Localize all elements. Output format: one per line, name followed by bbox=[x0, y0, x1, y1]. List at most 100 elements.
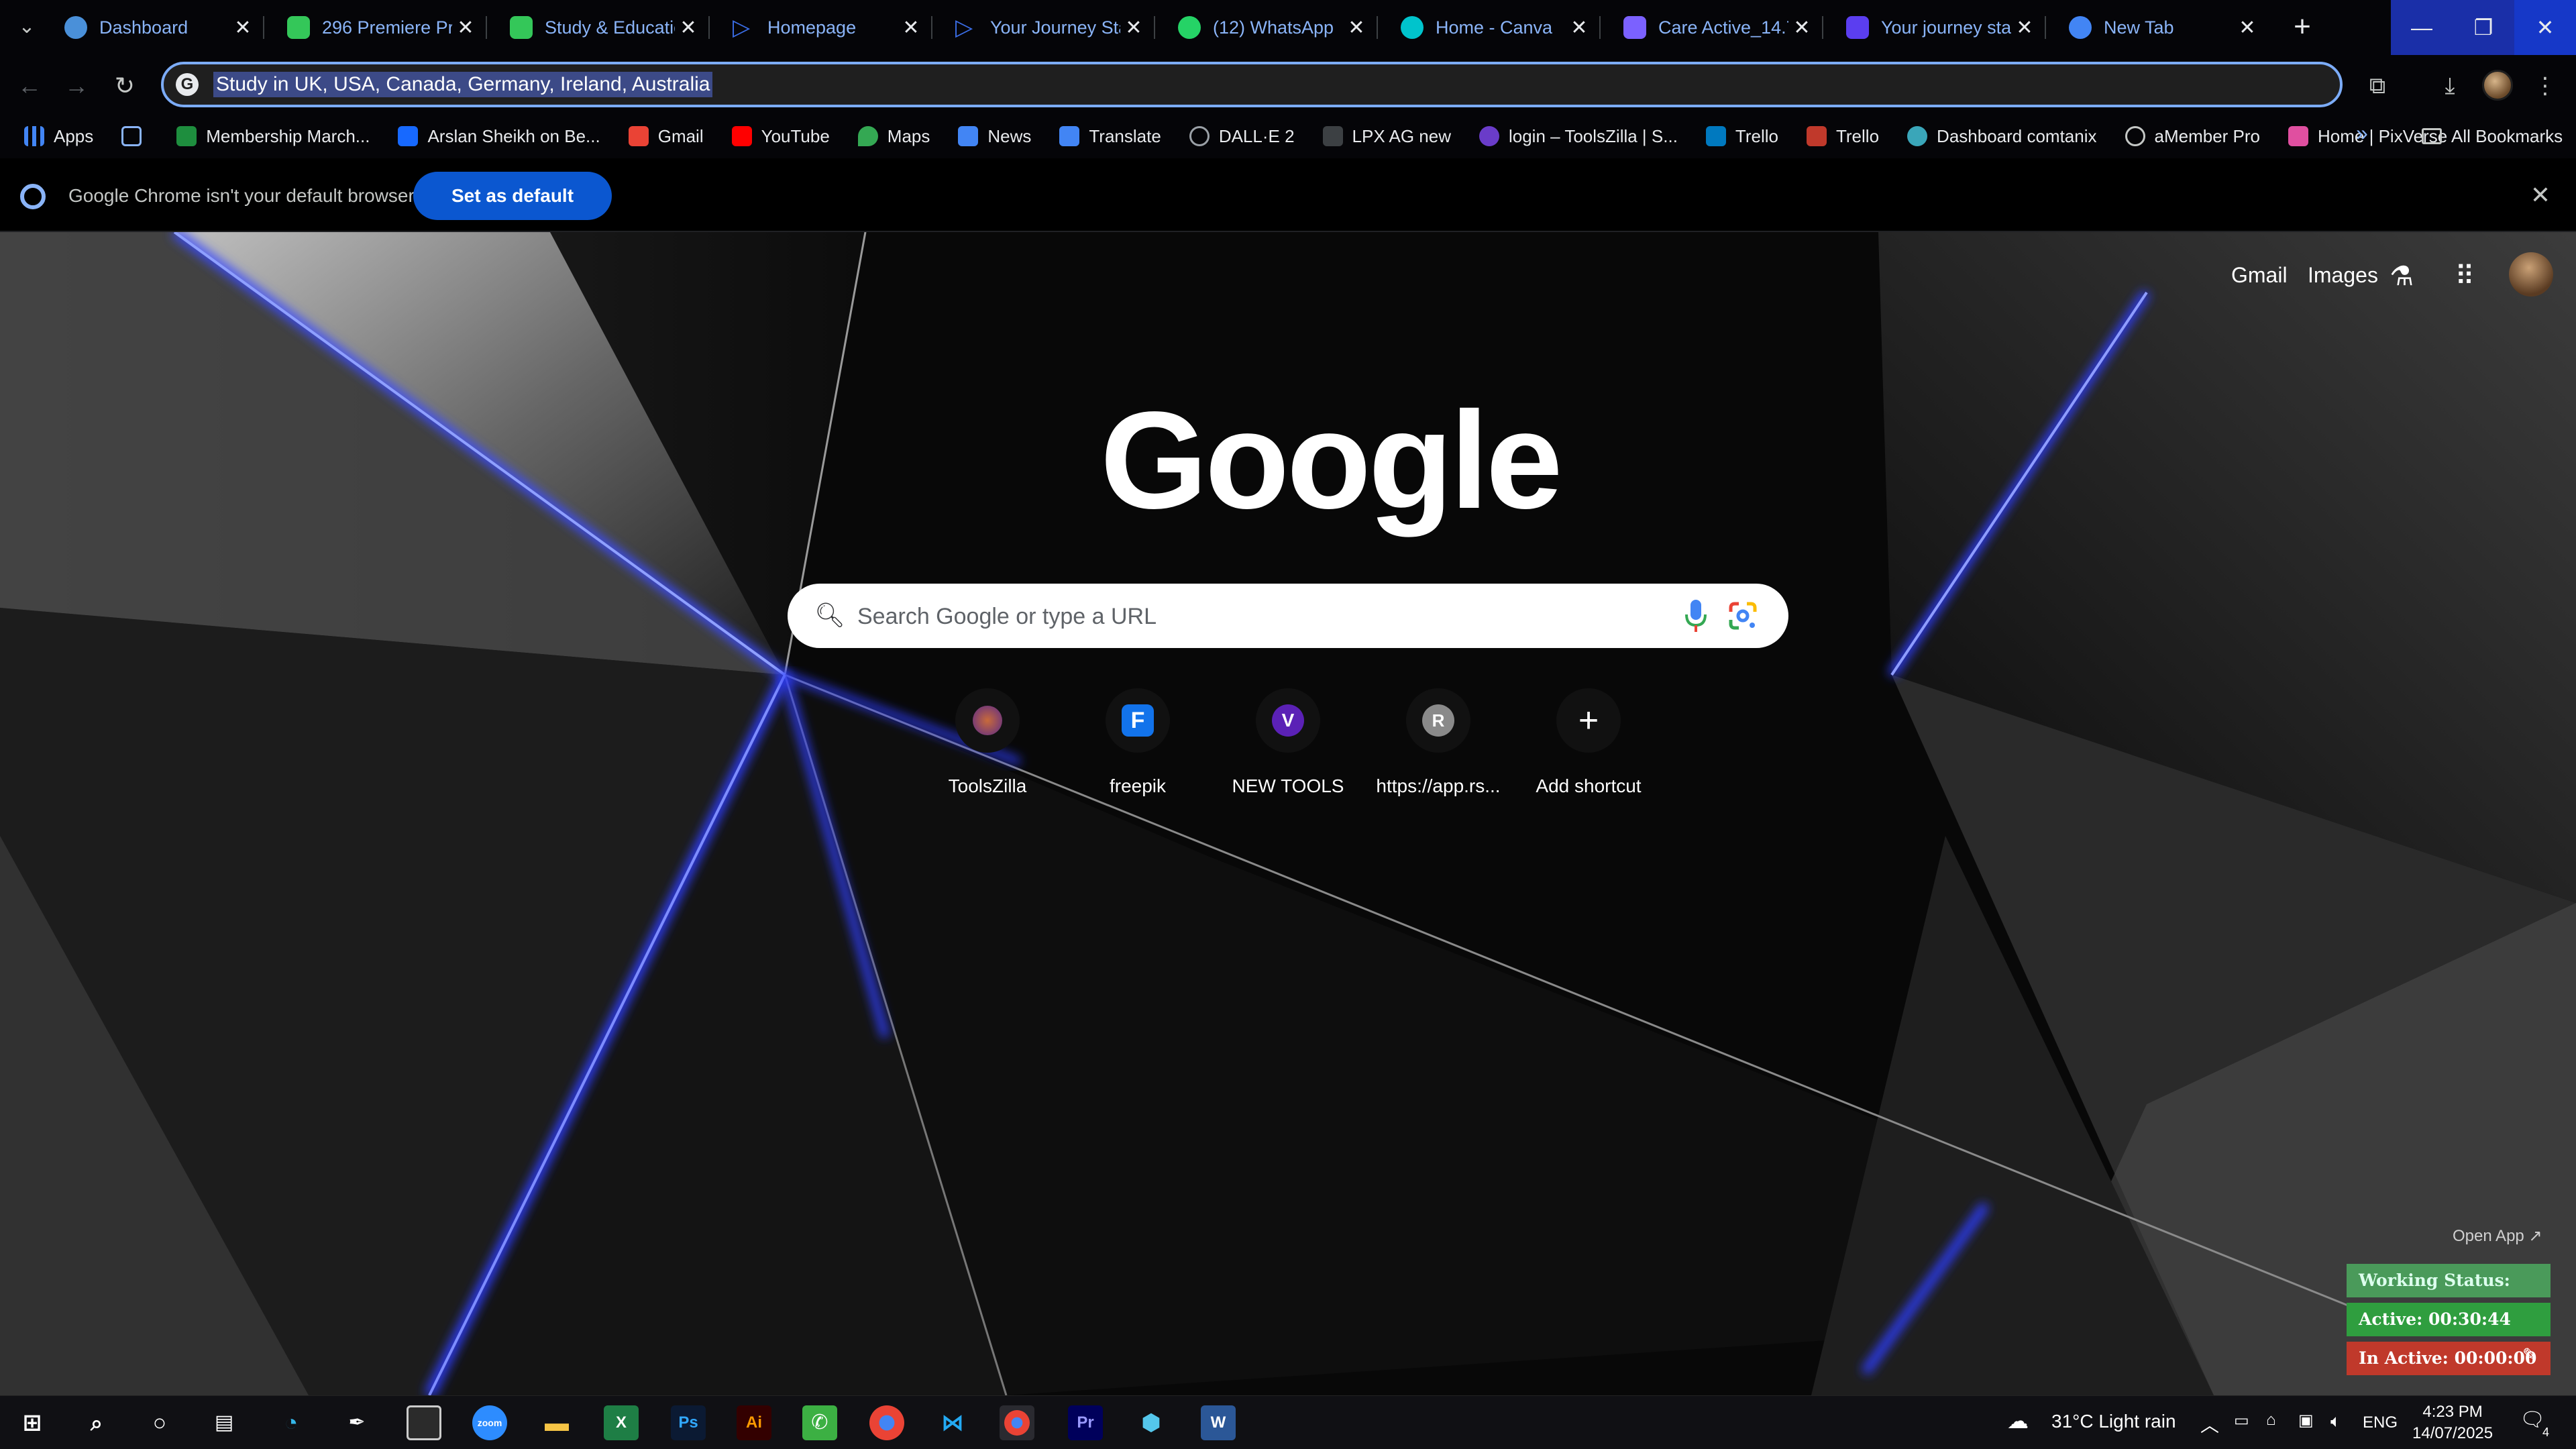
file-explorer-icon[interactable]: ▬ bbox=[539, 1405, 574, 1440]
tab-close-icon[interactable]: ✕ bbox=[229, 16, 256, 40]
task-view-icon[interactable]: ▤ bbox=[207, 1405, 241, 1440]
tab-dashboard[interactable]: Dashboard ✕ bbox=[44, 5, 264, 50]
download-icon[interactable]: ⤓ bbox=[2431, 67, 2469, 105]
weather-text[interactable]: 31°C Light rain bbox=[2051, 1411, 2176, 1432]
bookmark-membership[interactable]: Membership March... bbox=[176, 126, 370, 147]
bookmark-dashboard-comtanix[interactable]: Dashboard comtanix bbox=[1907, 126, 2097, 147]
terminal-icon[interactable] bbox=[407, 1405, 441, 1440]
bookmark-dalle[interactable]: DALL·E 2 bbox=[1189, 126, 1295, 147]
shortcut-freepik[interactable]: F freepik bbox=[1063, 688, 1213, 797]
google-apps-grid-icon[interactable]: ⠿ bbox=[2445, 256, 2485, 297]
bookmark-trello-1[interactable]: Trello bbox=[1705, 126, 1778, 147]
minimize-icon[interactable]: — bbox=[2391, 0, 2453, 55]
search-input[interactable]: Search Google or type a URL bbox=[857, 604, 1157, 630]
tab-close-icon[interactable]: ✕ bbox=[1566, 16, 1593, 40]
word-icon[interactable]: W bbox=[1201, 1405, 1236, 1440]
forward-arrow-icon[interactable]: → bbox=[58, 67, 95, 105]
bookmark-behance[interactable]: Arslan Sheikh on Be... bbox=[398, 126, 600, 147]
clock[interactable]: 4:23 PM 14/07/2025 bbox=[2412, 1401, 2493, 1444]
edit-pencil-icon[interactable]: ✎ bbox=[2522, 1344, 2537, 1365]
tab-whatsapp[interactable]: (12) WhatsApp ✕ bbox=[1158, 5, 1378, 50]
tab-groups-grid-icon[interactable] bbox=[121, 126, 151, 146]
all-bookmarks-button[interactable]: All Bookmarks bbox=[2422, 114, 2563, 158]
search-box[interactable]: 🔍︎ Search Google or type a URL bbox=[788, 584, 1788, 648]
volume-icon[interactable]: 🔈︎ bbox=[2330, 1411, 2341, 1432]
menu-kebab-icon[interactable]: ⋮ bbox=[2526, 67, 2564, 105]
premiere-pro-icon[interactable]: Pr bbox=[1068, 1405, 1103, 1440]
bookmark-apps[interactable]: Apps bbox=[24, 126, 93, 147]
voice-search-mic-icon[interactable] bbox=[1682, 598, 1709, 633]
images-link[interactable]: Images bbox=[2308, 263, 2378, 288]
search-icon[interactable]: ⌕ bbox=[79, 1405, 114, 1440]
tab-canva[interactable]: Home - Canva ✕ bbox=[1381, 5, 1601, 50]
window-close-icon[interactable]: ✕ bbox=[2514, 0, 2576, 55]
illustrator-icon[interactable]: Ai bbox=[737, 1405, 771, 1440]
bookmark-lpx[interactable]: LPX AG new bbox=[1322, 126, 1451, 147]
back-arrow-icon[interactable]: ← bbox=[11, 67, 48, 105]
address-bar-text[interactable]: Study in UK, USA, Canada, Germany, Irela… bbox=[213, 72, 713, 97]
tab-close-icon[interactable]: ✕ bbox=[1120, 16, 1147, 40]
edge-icon[interactable]: ◔ bbox=[274, 1405, 309, 1440]
meet-now-icon[interactable]: ▭ bbox=[2234, 1411, 2249, 1430]
bookmarks-overflow-chevron-icon[interactable]: » bbox=[2356, 121, 2368, 146]
excel-icon[interactable]: X bbox=[604, 1405, 639, 1440]
shortcut-new-tools[interactable]: V NEW TOOLS bbox=[1213, 688, 1363, 797]
pen-tool-icon[interactable]: ✒ bbox=[339, 1405, 374, 1440]
set-as-default-button[interactable]: Set as default bbox=[413, 172, 612, 220]
bookmark-youtube[interactable]: YouTube bbox=[731, 126, 830, 147]
device-icon[interactable]: ⌂ bbox=[2266, 1411, 2276, 1430]
zoom-icon[interactable]: zoom bbox=[472, 1405, 507, 1440]
add-shortcut-button[interactable]: + Add shortcut bbox=[1513, 688, 1664, 797]
shortcut-app-rs[interactable]: R https://app.rs... bbox=[1363, 688, 1513, 797]
app-hex-icon[interactable]: ⬢ bbox=[1134, 1405, 1169, 1440]
reload-icon[interactable]: ↻ bbox=[106, 67, 144, 105]
phone-app-icon[interactable]: ✆ bbox=[802, 1405, 837, 1440]
google-lens-icon[interactable] bbox=[1728, 601, 1758, 631]
labs-flask-icon[interactable]: ⚗ bbox=[2381, 256, 2422, 297]
apps-grid-icon bbox=[24, 126, 44, 146]
vscode-icon[interactable]: ⋈ bbox=[935, 1405, 970, 1440]
tab-care-active[interactable]: Care Active_14.7.2 ✕ bbox=[1603, 5, 1823, 50]
account-avatar[interactable] bbox=[2509, 252, 2553, 297]
profile-avatar[interactable] bbox=[2482, 70, 2513, 101]
windows-start-icon[interactable]: ⊞ bbox=[15, 1405, 50, 1440]
bookmark-gmail[interactable]: Gmail bbox=[628, 126, 704, 147]
tray-chevron-icon[interactable]: ︿ bbox=[2200, 1411, 2219, 1438]
tab-close-icon[interactable]: ✕ bbox=[1343, 16, 1370, 40]
address-bar[interactable]: G Study in UK, USA, Canada, Germany, Ire… bbox=[161, 62, 2343, 107]
chrome-profile-icon[interactable] bbox=[1000, 1405, 1034, 1440]
gmail-link[interactable]: Gmail bbox=[2231, 263, 2288, 288]
language-indicator[interactable]: ENG bbox=[2363, 1413, 2398, 1432]
tab-close-icon[interactable]: ✕ bbox=[1788, 16, 1815, 40]
bookmark-news[interactable]: News bbox=[958, 126, 1031, 147]
restore-icon[interactable]: ❐ bbox=[2453, 0, 2514, 55]
cortana-circle-icon[interactable]: ○ bbox=[142, 1405, 177, 1440]
network-icon[interactable]: ▣ bbox=[2298, 1411, 2314, 1430]
new-tab-plus-icon[interactable]: + bbox=[2284, 8, 2321, 46]
tab-search-chevron-icon[interactable]: ⌄ bbox=[12, 13, 42, 40]
tab-close-icon[interactable]: ✕ bbox=[675, 16, 702, 40]
infobar-close-icon[interactable]: ✕ bbox=[2524, 178, 2557, 212]
tab-your-journey[interactable]: ▷ Your Journey Start ✕ bbox=[935, 5, 1155, 50]
open-app-link[interactable]: Open App ↗ bbox=[2453, 1226, 2542, 1246]
tab-close-icon[interactable]: ✕ bbox=[2234, 16, 2261, 40]
tab-close-icon[interactable]: ✕ bbox=[898, 16, 924, 40]
notification-icon[interactable]: 🗨︎ bbox=[2520, 1408, 2545, 1432]
bookmark-toolszilla[interactable]: login – ToolsZilla | S... bbox=[1479, 126, 1678, 147]
bookmark-translate[interactable]: Translate bbox=[1059, 126, 1161, 147]
tab-close-icon[interactable]: ✕ bbox=[2011, 16, 2038, 40]
tab-new-tab[interactable]: New Tab ✕ bbox=[2049, 5, 2269, 50]
photoshop-icon[interactable]: Ps bbox=[671, 1405, 706, 1440]
shortcut-toolszilla[interactable]: ToolsZilla bbox=[912, 688, 1063, 797]
tab-your-journey-2[interactable]: Your journey start ✕ bbox=[1826, 5, 2046, 50]
bookmark-trello-2[interactable]: Trello bbox=[1806, 126, 1879, 147]
bookmark-amember[interactable]: aMember Pro bbox=[2125, 126, 2260, 147]
tab-homepage[interactable]: ▷ Homepage ✕ bbox=[712, 5, 932, 50]
chrome-icon[interactable] bbox=[869, 1405, 904, 1440]
extensions-puzzle-icon[interactable]: ⧉ bbox=[2359, 67, 2396, 105]
tab-study[interactable]: Study & Education ✕ bbox=[490, 5, 710, 50]
tab-premiere[interactable]: 296 Premiere Pro ✕ bbox=[267, 5, 487, 50]
tab-close-icon[interactable]: ✕ bbox=[452, 16, 479, 40]
bookmark-maps[interactable]: Maps bbox=[857, 126, 930, 147]
weather-cloud-icon[interactable]: ☁ bbox=[2007, 1408, 2029, 1434]
